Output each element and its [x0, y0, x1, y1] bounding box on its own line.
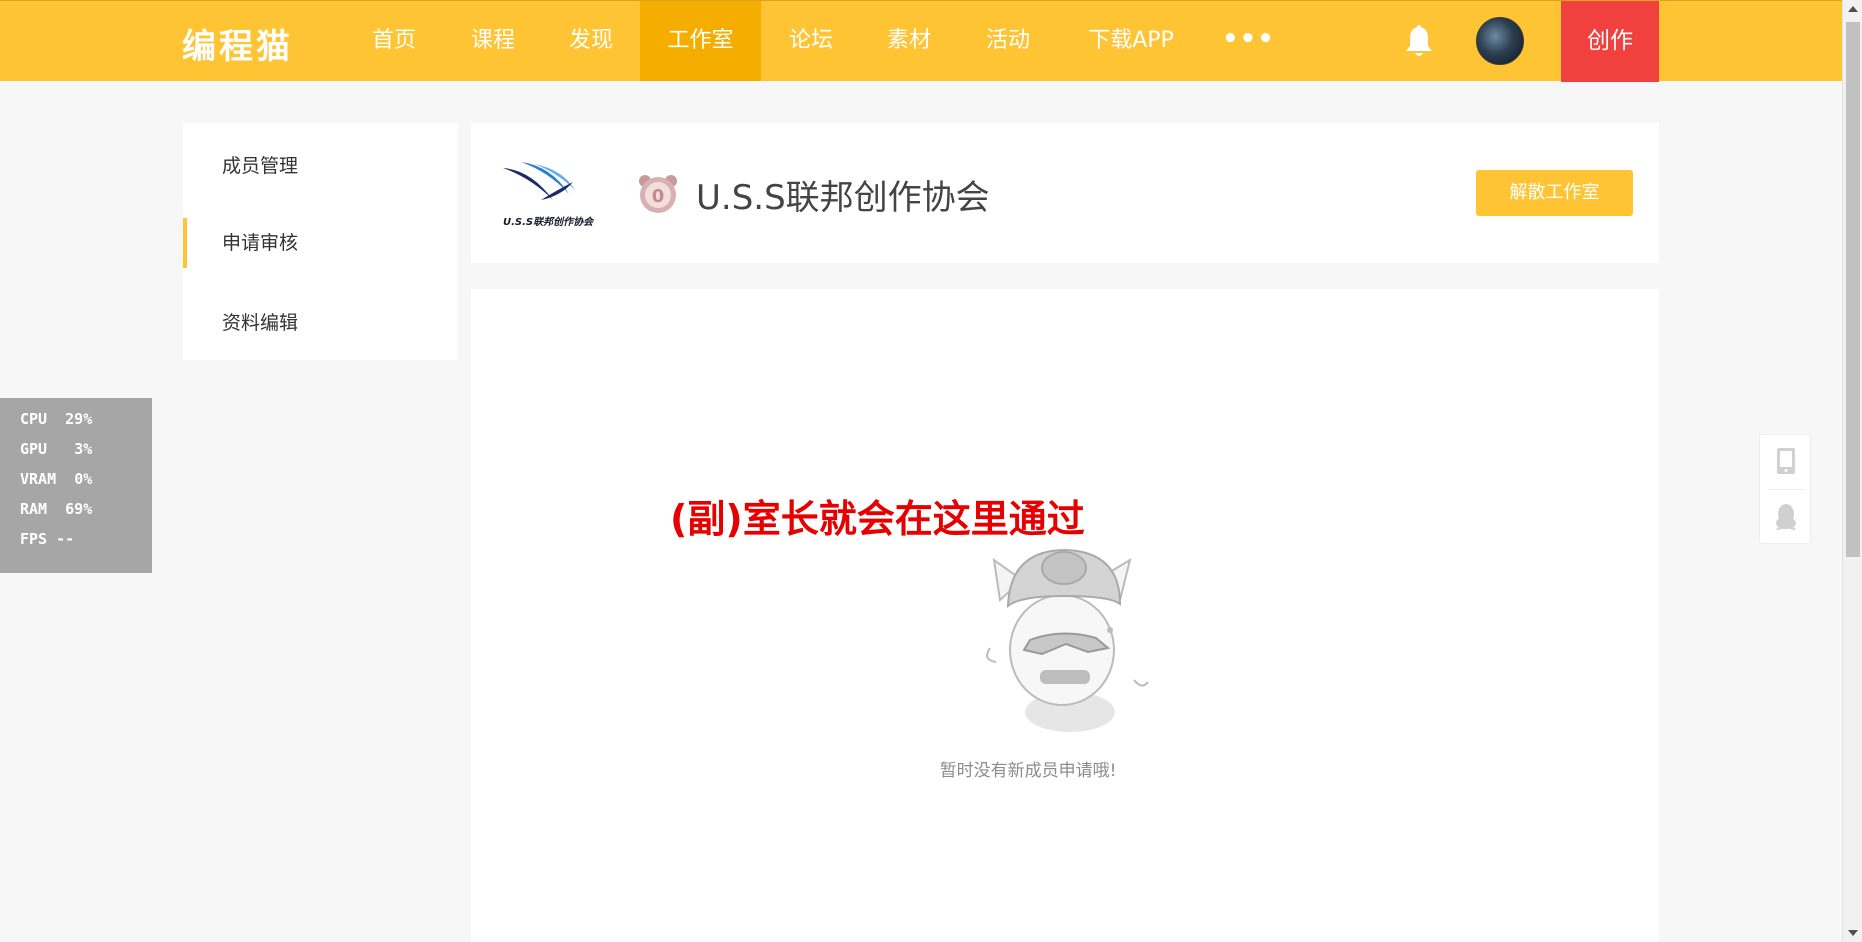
studio-header-card: U.S.S联邦创作协会 0 U.S.S联邦创作协会 解散工作室: [471, 123, 1659, 263]
tablet-icon[interactable]: [1776, 447, 1796, 475]
dissolve-studio-button[interactable]: 解散工作室: [1476, 170, 1633, 216]
nav-item-home[interactable]: 首页: [352, 1, 436, 81]
qq-penguin-icon[interactable]: [1774, 503, 1798, 531]
perf-row-gpu: GPU 3%: [20, 440, 93, 458]
bell-icon[interactable]: [1404, 25, 1434, 59]
studio-name: U.S.S联邦创作协会: [696, 178, 990, 218]
studio-side-menu: 成员管理 申请审核 资料编辑: [183, 123, 458, 360]
nav-item-discover[interactable]: 发现: [549, 1, 633, 81]
scroll-up-arrow-icon[interactable]: [1848, 6, 1858, 12]
perf-row-ram: RAM 69%: [20, 500, 93, 518]
nav-item-forum[interactable]: 论坛: [769, 1, 853, 81]
studio-logo-caption: U.S.S联邦创作协会: [503, 217, 594, 228]
top-navigation-bar: 编程猫 首页 课程 发现 工作室 论坛 素材 活动 下载APP ••• 创作: [0, 0, 1842, 82]
create-button[interactable]: 创作: [1561, 1, 1659, 82]
scroll-down-arrow-icon[interactable]: [1848, 930, 1858, 936]
annotation-text: (副)室长就会在这里通过: [670, 497, 1085, 541]
side-item-member-management[interactable]: 成员管理: [183, 141, 458, 191]
level-badge-value: 0: [652, 186, 665, 207]
perf-row-fps: FPS --: [20, 530, 75, 548]
widget-divider: [1768, 489, 1804, 490]
side-item-profile-edit[interactable]: 资料编辑: [183, 298, 458, 348]
level-badge-icon: 0: [639, 175, 677, 213]
floating-contact-widget: [1759, 434, 1811, 544]
nav-item-studio[interactable]: 工作室: [640, 1, 761, 81]
perf-row-cpu: CPU 29%: [20, 410, 93, 428]
nav-more-icon[interactable]: •••: [1222, 1, 1275, 81]
site-logo[interactable]: 编程猫: [182, 19, 293, 68]
side-item-application-review[interactable]: 申请审核: [183, 218, 458, 268]
perf-row-vram: VRAM 0%: [20, 470, 93, 488]
empty-state-mascot-image: [986, 548, 1149, 732]
page-scrollbar[interactable]: [1842, 0, 1862, 942]
empty-state-message: 暂时没有新成员申请哦!: [939, 761, 1117, 781]
nav-item-download-app[interactable]: 下载APP: [1076, 1, 1186, 81]
nav-item-courses[interactable]: 课程: [451, 1, 535, 81]
nav-item-events[interactable]: 活动: [966, 1, 1050, 81]
performance-overlay: CPU 29% GPU 3% VRAM 0% RAM 69% FPS --: [0, 398, 152, 573]
avatar[interactable]: [1476, 17, 1524, 65]
nav-item-materials[interactable]: 素材: [867, 1, 951, 81]
scroll-thumb[interactable]: [1846, 22, 1860, 557]
